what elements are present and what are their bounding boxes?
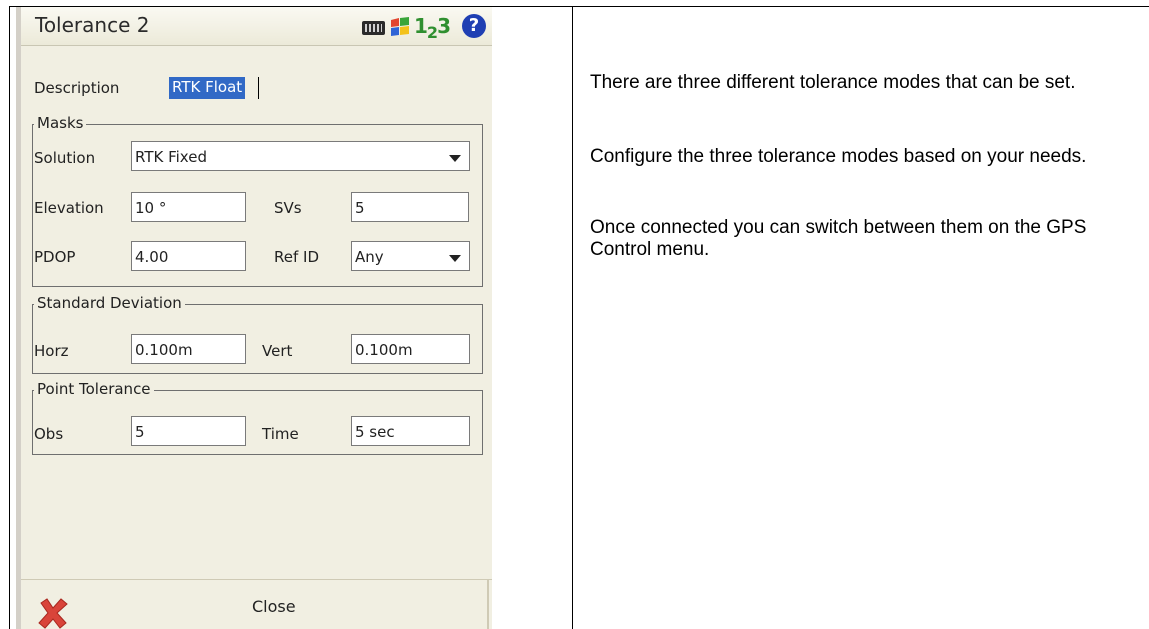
vert-value: 0.100m: [355, 341, 413, 359]
input-mode-main: 1: [414, 14, 428, 38]
solution-label: Solution: [34, 149, 96, 167]
refid-value: Any: [355, 248, 384, 266]
svs-value: 5: [355, 199, 365, 217]
description-label: Description: [34, 79, 120, 97]
close-icon[interactable]: [35, 595, 71, 629]
description-field[interactable]: RTK Float: [169, 77, 246, 99]
pdop-label: PDOP: [34, 248, 76, 266]
elevation-field[interactable]: 10 °: [131, 192, 246, 222]
time-field[interactable]: 5 sec: [351, 416, 470, 446]
windows-flag-icon[interactable]: [388, 15, 412, 39]
table-border-left: [9, 6, 10, 629]
solution-value: RTK Fixed: [135, 148, 207, 166]
help-paragraph-2: Configure the three tolerance modes base…: [590, 146, 1087, 167]
table-border-middle: [572, 6, 573, 629]
vert-label: Vert: [262, 342, 293, 360]
obs-label: Obs: [34, 425, 64, 443]
help-paragraph-1: There are three different tolerance mode…: [590, 72, 1076, 93]
text-caret: [258, 77, 259, 99]
vert-field[interactable]: 0.100m: [351, 334, 470, 364]
title-bar: Tolerance 2 123 ?: [16, 7, 492, 46]
horz-value: 0.100m: [135, 341, 193, 359]
masks-group-title: Masks: [34, 114, 87, 132]
screen-left-edge: [16, 7, 21, 629]
elevation-value: 10 °: [135, 199, 167, 217]
solution-dropdown[interactable]: RTK Fixed: [131, 141, 470, 171]
horz-field[interactable]: 0.100m: [131, 334, 246, 364]
help-icon[interactable]: ?: [462, 14, 486, 38]
input-mode-tail: 3: [437, 14, 451, 38]
window-title: Tolerance 2: [35, 13, 150, 37]
obs-field[interactable]: 5: [131, 416, 246, 446]
elevation-label: Elevation: [34, 199, 104, 217]
obs-value: 5: [135, 423, 145, 441]
input-mode-sub: 2: [426, 23, 438, 42]
pdop-value: 4.00: [135, 248, 169, 266]
device-screen: Tolerance 2 123 ? Description RTK Float …: [16, 7, 492, 629]
chevron-down-icon: [449, 255, 461, 262]
svs-field[interactable]: 5: [351, 192, 469, 222]
refid-label: Ref ID: [274, 248, 319, 266]
input-mode-123-icon[interactable]: 123: [414, 14, 451, 42]
pdop-field[interactable]: 4.00: [131, 241, 246, 271]
bottom-bar-divider: [487, 579, 489, 629]
horz-label: Horz: [34, 342, 69, 360]
help-paragraph-3: Once connected you can switch between th…: [590, 217, 1087, 260]
svs-label: SVs: [274, 199, 302, 217]
time-label: Time: [262, 425, 299, 443]
time-value: 5 sec: [355, 423, 395, 441]
chevron-down-icon: [449, 155, 461, 162]
close-button[interactable]: Close: [252, 597, 296, 616]
point-tolerance-group-title: Point Tolerance: [34, 380, 154, 398]
keyboard-icon[interactable]: [362, 21, 385, 35]
std-dev-group-title: Standard Deviation: [34, 294, 185, 312]
